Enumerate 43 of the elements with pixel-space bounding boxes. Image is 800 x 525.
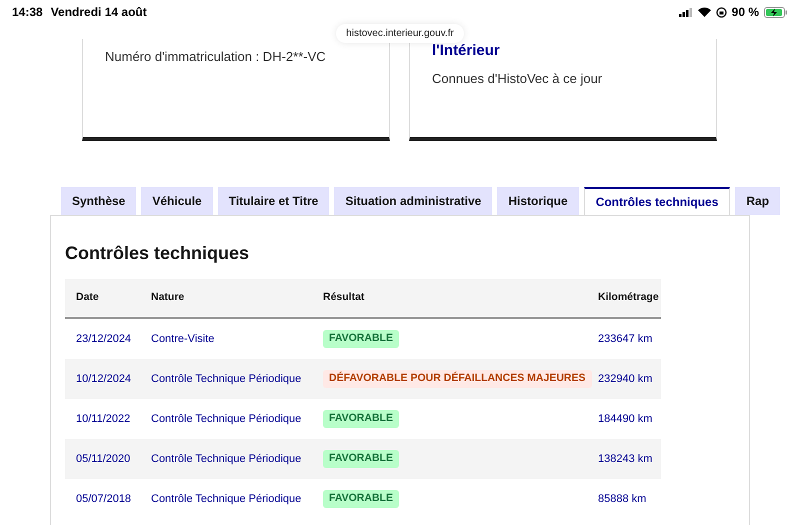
table-cell-text: Contrôle Technique Périodique	[151, 372, 302, 387]
table-cell-text: Contre-Visite	[151, 332, 216, 347]
battery-charging-icon	[764, 6, 788, 18]
table-cell-text: Contrôle Technique Périodique	[151, 412, 302, 427]
column-header: Résultat	[323, 290, 366, 306]
tab[interactable]: Titulaire et Titre	[218, 187, 330, 215]
lock-rotation-icon	[716, 6, 727, 18]
column-header: Nature	[151, 290, 186, 306]
column-header: Date	[75, 290, 100, 306]
table-cell-text: 05/11/2020	[75, 452, 132, 467]
result-badge: DÉFAVORABLE POUR DÉFAILLANCES MAJEURES	[323, 370, 592, 388]
status-time: 14:38	[12, 4, 43, 21]
table-cell-text: 184490 km	[598, 412, 654, 427]
table-cell-text: 10/12/2024	[75, 372, 132, 387]
table-cell-text: 232940 km	[598, 372, 654, 387]
card-text: Connues d'HistoVec à ce jour	[432, 70, 604, 88]
card-text: Numéro d'immatriculation : DH-2**-VC	[105, 48, 327, 66]
tab[interactable]: Situation administrative	[334, 187, 492, 215]
result-badge: FAVORABLE	[323, 490, 399, 508]
signal-icon	[678, 8, 693, 16]
tab[interactable]: Synthèse	[61, 187, 136, 215]
result-badge: FAVORABLE	[323, 330, 399, 348]
table-cell-text: Contrôle Technique Périodique	[151, 452, 302, 467]
battery-percentage: 90 %	[732, 4, 759, 21]
table-cell-text: 233647 km	[598, 332, 654, 347]
address-bar[interactable]: histovec.interieur.gouv.fr	[336, 24, 464, 43]
tab[interactable]: Véhicule	[141, 187, 213, 215]
table-cell-text: 05/07/2018	[75, 492, 132, 507]
wifi-icon	[698, 7, 711, 17]
tab[interactable]: Contrôles techniques	[584, 187, 730, 215]
tab[interactable]: Rap	[735, 187, 780, 215]
table-cell-text: Contrôle Technique Périodique	[151, 492, 302, 507]
table-cell-text: 23/12/2024	[75, 332, 132, 347]
result-badge: FAVORABLE	[323, 410, 399, 428]
panel-heading: Contrôles techniques	[65, 242, 250, 265]
table-cell-text: 138243 km	[598, 452, 654, 467]
card-title: l'Intérieur	[432, 41, 501, 61]
table-cell-text: 10/11/2022	[75, 412, 132, 427]
status-date: Vendredi 14 août	[50, 4, 147, 21]
tab[interactable]: Historique	[497, 187, 579, 215]
table-cell-text: 85888 km	[598, 492, 648, 507]
column-header: Kilométrage	[598, 290, 660, 306]
result-badge: FAVORABLE	[323, 450, 399, 468]
